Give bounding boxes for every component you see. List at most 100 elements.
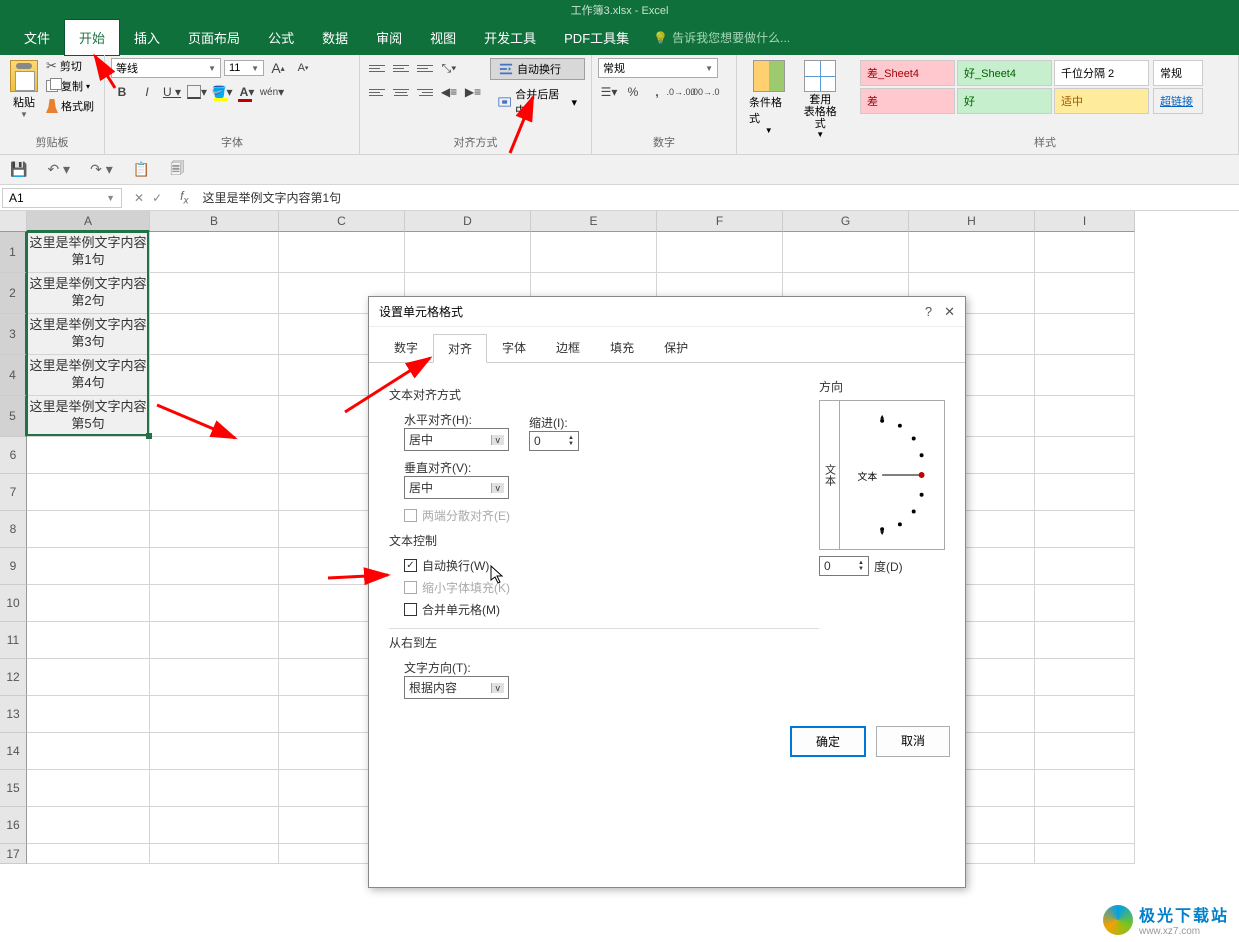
tab-insert[interactable]: 插入 — [120, 20, 174, 55]
cell-H1[interactable] — [909, 232, 1035, 273]
undo-button[interactable]: ↶ ▾ — [47, 161, 70, 178]
row-header-10[interactable]: 10 — [0, 585, 27, 622]
qa-icon-2[interactable]: 🗐 — [170, 158, 184, 182]
cell-I12[interactable] — [1035, 659, 1135, 696]
cell-B15[interactable] — [150, 770, 279, 807]
merge-cells-checkbox[interactable] — [404, 603, 417, 616]
comma-button[interactable]: , — [646, 82, 668, 102]
cell-B8[interactable] — [150, 511, 279, 548]
cell-B14[interactable] — [150, 733, 279, 770]
align-top-button[interactable] — [366, 58, 388, 78]
cell-B7[interactable] — [150, 474, 279, 511]
row-header-17[interactable]: 17 — [0, 844, 27, 864]
cell-A7[interactable] — [27, 474, 150, 511]
row-header-11[interactable]: 11 — [0, 622, 27, 659]
cut-button[interactable]: ✂剪切 — [46, 58, 94, 74]
cell-I14[interactable] — [1035, 733, 1135, 770]
format-painter-button[interactable]: 格式刷 — [46, 98, 94, 114]
cell-A13[interactable] — [27, 696, 150, 733]
cell-A4[interactable]: 这里是举例文字内容第4句 — [27, 355, 150, 396]
cell-I1[interactable] — [1035, 232, 1135, 273]
text-direction-select[interactable]: 根据内容v — [404, 676, 509, 699]
underline-button[interactable]: U ▾ — [161, 82, 183, 102]
style-bad-sheet4[interactable]: 差_Sheet4 — [860, 60, 955, 86]
cell-I17[interactable] — [1035, 844, 1135, 864]
style-good[interactable]: 好 — [957, 88, 1052, 114]
cell-A1[interactable]: 这里是举例文字内容第1句 — [27, 232, 150, 273]
formula-input[interactable]: 这里是举例文字内容第1句 — [196, 187, 1239, 208]
font-color-button[interactable]: A▾ — [236, 82, 258, 102]
style-normal[interactable]: 常规 — [1153, 60, 1203, 86]
qa-icon-1[interactable]: 📋 — [133, 161, 150, 178]
fx-icon[interactable]: fx — [172, 189, 196, 206]
accounting-format-button[interactable]: ☰▾ — [598, 82, 620, 102]
help-button[interactable]: ? — [925, 304, 932, 320]
wrap-text-checkbox[interactable] — [404, 559, 417, 572]
col-header-E[interactable]: E — [531, 211, 657, 232]
cell-C1[interactable] — [279, 232, 405, 273]
cell-I6[interactable] — [1035, 437, 1135, 474]
cell-A2[interactable]: 这里是举例文字内容第2句 — [27, 273, 150, 314]
tab-formula[interactable]: 公式 — [254, 20, 308, 55]
cell-B11[interactable] — [150, 622, 279, 659]
phonetic-button[interactable]: wén▾ — [261, 82, 283, 102]
orientation-control[interactable]: 文本 文本 — [819, 400, 945, 550]
col-header-I[interactable]: I — [1035, 211, 1135, 232]
cancel-formula-button[interactable]: ✕ — [134, 191, 144, 205]
cell-G1[interactable] — [783, 232, 909, 273]
row-header-8[interactable]: 8 — [0, 511, 27, 548]
tab-review[interactable]: 审阅 — [362, 20, 416, 55]
vertical-text-button[interactable]: 文本 — [820, 401, 840, 549]
save-button[interactable]: 💾 — [10, 161, 27, 178]
tab-view[interactable]: 视图 — [416, 20, 470, 55]
increase-indent-button[interactable]: ▶≡ — [462, 82, 484, 102]
col-header-F[interactable]: F — [657, 211, 783, 232]
tell-me-search[interactable]: 💡 告诉我您想要做什么... — [653, 29, 790, 46]
row-header-6[interactable]: 6 — [0, 437, 27, 474]
tab-number[interactable]: 数字 — [379, 333, 433, 362]
cell-A11[interactable] — [27, 622, 150, 659]
wrap-text-button[interactable]: 自动换行 — [490, 58, 585, 80]
cell-B3[interactable] — [150, 314, 279, 355]
cell-A14[interactable] — [27, 733, 150, 770]
italic-button[interactable]: I — [136, 82, 158, 102]
cell-B5[interactable] — [150, 396, 279, 437]
enter-formula-button[interactable]: ✓ — [152, 191, 162, 205]
col-header-C[interactable]: C — [279, 211, 405, 232]
align-center-button[interactable] — [390, 82, 412, 102]
tab-alignment[interactable]: 对齐 — [433, 334, 487, 363]
indent-spinner[interactable]: 0▲▼ — [529, 431, 579, 451]
increase-decimal-button[interactable]: .0→.00 — [670, 82, 692, 102]
cell-B10[interactable] — [150, 585, 279, 622]
cell-B9[interactable] — [150, 548, 279, 585]
align-right-button[interactable] — [414, 82, 436, 102]
tab-developer[interactable]: 开发工具 — [470, 20, 550, 55]
tab-home[interactable]: 开始 — [64, 19, 120, 56]
conditional-format-button[interactable]: 条件格式 ▼ — [743, 58, 795, 137]
cell-B13[interactable] — [150, 696, 279, 733]
decrease-decimal-button[interactable]: .00→.0 — [694, 82, 716, 102]
cell-A8[interactable] — [27, 511, 150, 548]
align-left-button[interactable] — [366, 82, 388, 102]
paste-button[interactable]: 粘贴 ▼ — [6, 58, 42, 121]
style-thousand-sep[interactable]: 千位分隔 2 — [1054, 60, 1149, 86]
merge-center-button[interactable]: 合并后居中 ▾ — [490, 84, 585, 120]
tab-file[interactable]: 文件 — [10, 20, 64, 55]
col-header-B[interactable]: B — [150, 211, 279, 232]
dialog-title-bar[interactable]: 设置单元格格式 ? ✕ — [369, 297, 965, 327]
cell-I10[interactable] — [1035, 585, 1135, 622]
decrease-indent-button[interactable]: ◀≡ — [438, 82, 460, 102]
cell-F1[interactable] — [657, 232, 783, 273]
row-header-14[interactable]: 14 — [0, 733, 27, 770]
cell-I16[interactable] — [1035, 807, 1135, 844]
col-header-H[interactable]: H — [909, 211, 1035, 232]
cell-A3[interactable]: 这里是举例文字内容第3句 — [27, 314, 150, 355]
table-format-button[interactable]: 套用 表格格式 ▼ — [795, 58, 847, 141]
cell-B16[interactable] — [150, 807, 279, 844]
row-header-16[interactable]: 16 — [0, 807, 27, 844]
fill-handle[interactable] — [146, 433, 152, 439]
row-header-9[interactable]: 9 — [0, 548, 27, 585]
cell-I11[interactable] — [1035, 622, 1135, 659]
border-button[interactable]: ▾ — [186, 82, 208, 102]
cell-I9[interactable] — [1035, 548, 1135, 585]
